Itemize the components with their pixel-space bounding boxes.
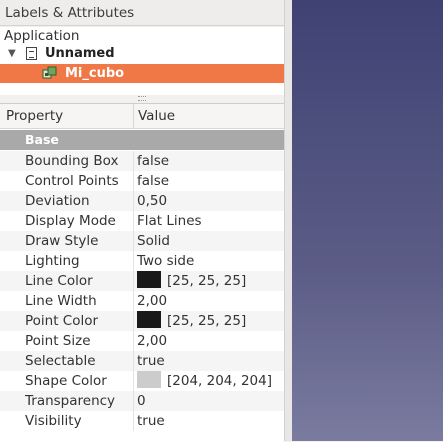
property-value-text: false [137,153,170,169]
column-divider [133,291,134,311]
column-divider [133,371,134,391]
property-row[interactable]: Shape Color [204, 204, 204] [0,371,284,391]
property-value[interactable]: Solid [137,231,170,251]
property-value-text: false [137,173,170,189]
property-value-text: 2,00 [137,293,168,309]
property-value[interactable]: Flat Lines [137,211,202,231]
property-row[interactable]: Line Color [25, 25, 25] [0,271,284,291]
tree-document-item[interactable]: ▼ Unnamed [0,45,284,63]
property-row[interactable]: Line Width 2,00 [0,291,284,311]
splitter-grip-icon[interactable] [138,96,146,101]
column-divider [133,311,134,331]
property-name: Lighting [25,253,80,269]
column-divider [133,251,134,271]
property-name: Shape Color [25,373,107,389]
column-divider [133,211,134,231]
property-value[interactable]: [204, 204, 204] [137,371,272,391]
tree-document-label: Unnamed [45,46,115,61]
property-row[interactable]: Control Points false [0,171,284,191]
property-header: Property Value [0,104,284,129]
property-rows: Bounding Box false Control Points false Devi… [0,151,284,431]
property-value[interactable]: 0 [137,391,146,411]
property-value[interactable]: [25, 25, 25] [137,311,246,331]
tree-application-label: Application [4,28,80,44]
tree-object-label: Mi_cubo [65,66,125,81]
property-name: Display Mode [25,213,116,229]
color-swatch[interactable] [137,271,161,288]
cube-object-icon [42,66,57,79]
property-value-text: 0,50 [137,193,168,209]
property-value[interactable]: Two side [137,251,194,271]
column-divider [133,151,134,171]
document-icon [26,47,37,60]
property-row[interactable]: Selectable true [0,351,284,371]
property-row[interactable]: Draw Style Solid [0,231,284,251]
combo-view-panel: Labels & Attributes Application ▼ Unname… [0,0,284,442]
property-value-text: [25, 25, 25] [167,313,247,329]
property-name: Selectable [25,353,96,369]
property-value[interactable]: [25, 25, 25] [137,271,246,291]
column-divider [133,271,134,291]
property-name: Draw Style [25,233,99,249]
property-row[interactable]: Point Size 2,00 [0,331,284,351]
property-group-base[interactable]: Base [0,130,284,150]
property-value[interactable]: 2,00 [137,291,167,311]
property-value[interactable]: 2,00 [137,331,167,351]
property-row[interactable]: Transparency 0 [0,391,284,411]
property-row[interactable]: Display Mode Flat Lines [0,211,284,231]
property-name: Point Size [25,333,91,349]
column-divider [133,231,134,251]
property-row[interactable]: Point Color [25, 25, 25] [0,311,284,331]
header-separator[interactable] [133,104,134,128]
property-row[interactable]: Bounding Box false [0,151,284,171]
expand-arrow-icon[interactable]: ▼ [8,45,16,63]
property-editor[interactable]: Property Value Base Bounding Box false Con… [0,103,284,442]
panel-splitter[interactable] [0,95,284,101]
property-name: Bounding Box [25,153,119,169]
property-name: Line Width [25,293,97,309]
column-divider [133,171,134,191]
property-name: Visibility [25,413,82,429]
property-name: Point Color [25,313,99,329]
property-value-text: true [137,413,165,429]
property-value-text: 2,00 [137,333,168,349]
column-divider [133,191,134,211]
property-value[interactable]: true [137,411,165,431]
property-value-text: true [137,353,165,369]
property-name: Line Color [25,273,93,289]
3d-viewport[interactable] [292,0,443,441]
property-value[interactable]: true [137,351,165,371]
column-divider [133,391,134,411]
property-row[interactable]: Visibility true [0,411,284,431]
tree-object-item-selected[interactable]: Mi_cubo [0,64,284,83]
header-property[interactable]: Property [6,104,63,128]
property-value[interactable]: 0,50 [137,191,167,211]
property-row[interactable]: Deviation 0,50 [0,191,284,211]
column-divider [133,351,134,371]
color-swatch[interactable] [137,311,161,328]
property-value-text: Two side [137,253,195,269]
property-value[interactable]: false [137,151,169,171]
property-name: Deviation [25,193,90,209]
property-value-text: [25, 25, 25] [167,273,247,289]
property-value-text: Solid [137,233,170,249]
property-name: Transparency [25,393,116,409]
header-value[interactable]: Value [138,104,175,128]
color-swatch[interactable] [137,371,161,388]
property-value[interactable]: false [137,171,169,191]
model-tree[interactable]: Application ▼ Unnamed Mi_cubo [0,27,284,95]
property-group-label: Base [25,132,59,147]
property-value-text: 0 [137,393,146,409]
panel-title: Labels & Attributes [0,0,284,26]
property-value-text: Flat Lines [137,213,202,229]
property-name: Control Points [25,173,119,189]
column-divider [133,411,134,431]
property-row[interactable]: Lighting Two side [0,251,284,271]
property-value-text: [204, 204, 204] [167,373,273,389]
column-divider [133,331,134,351]
